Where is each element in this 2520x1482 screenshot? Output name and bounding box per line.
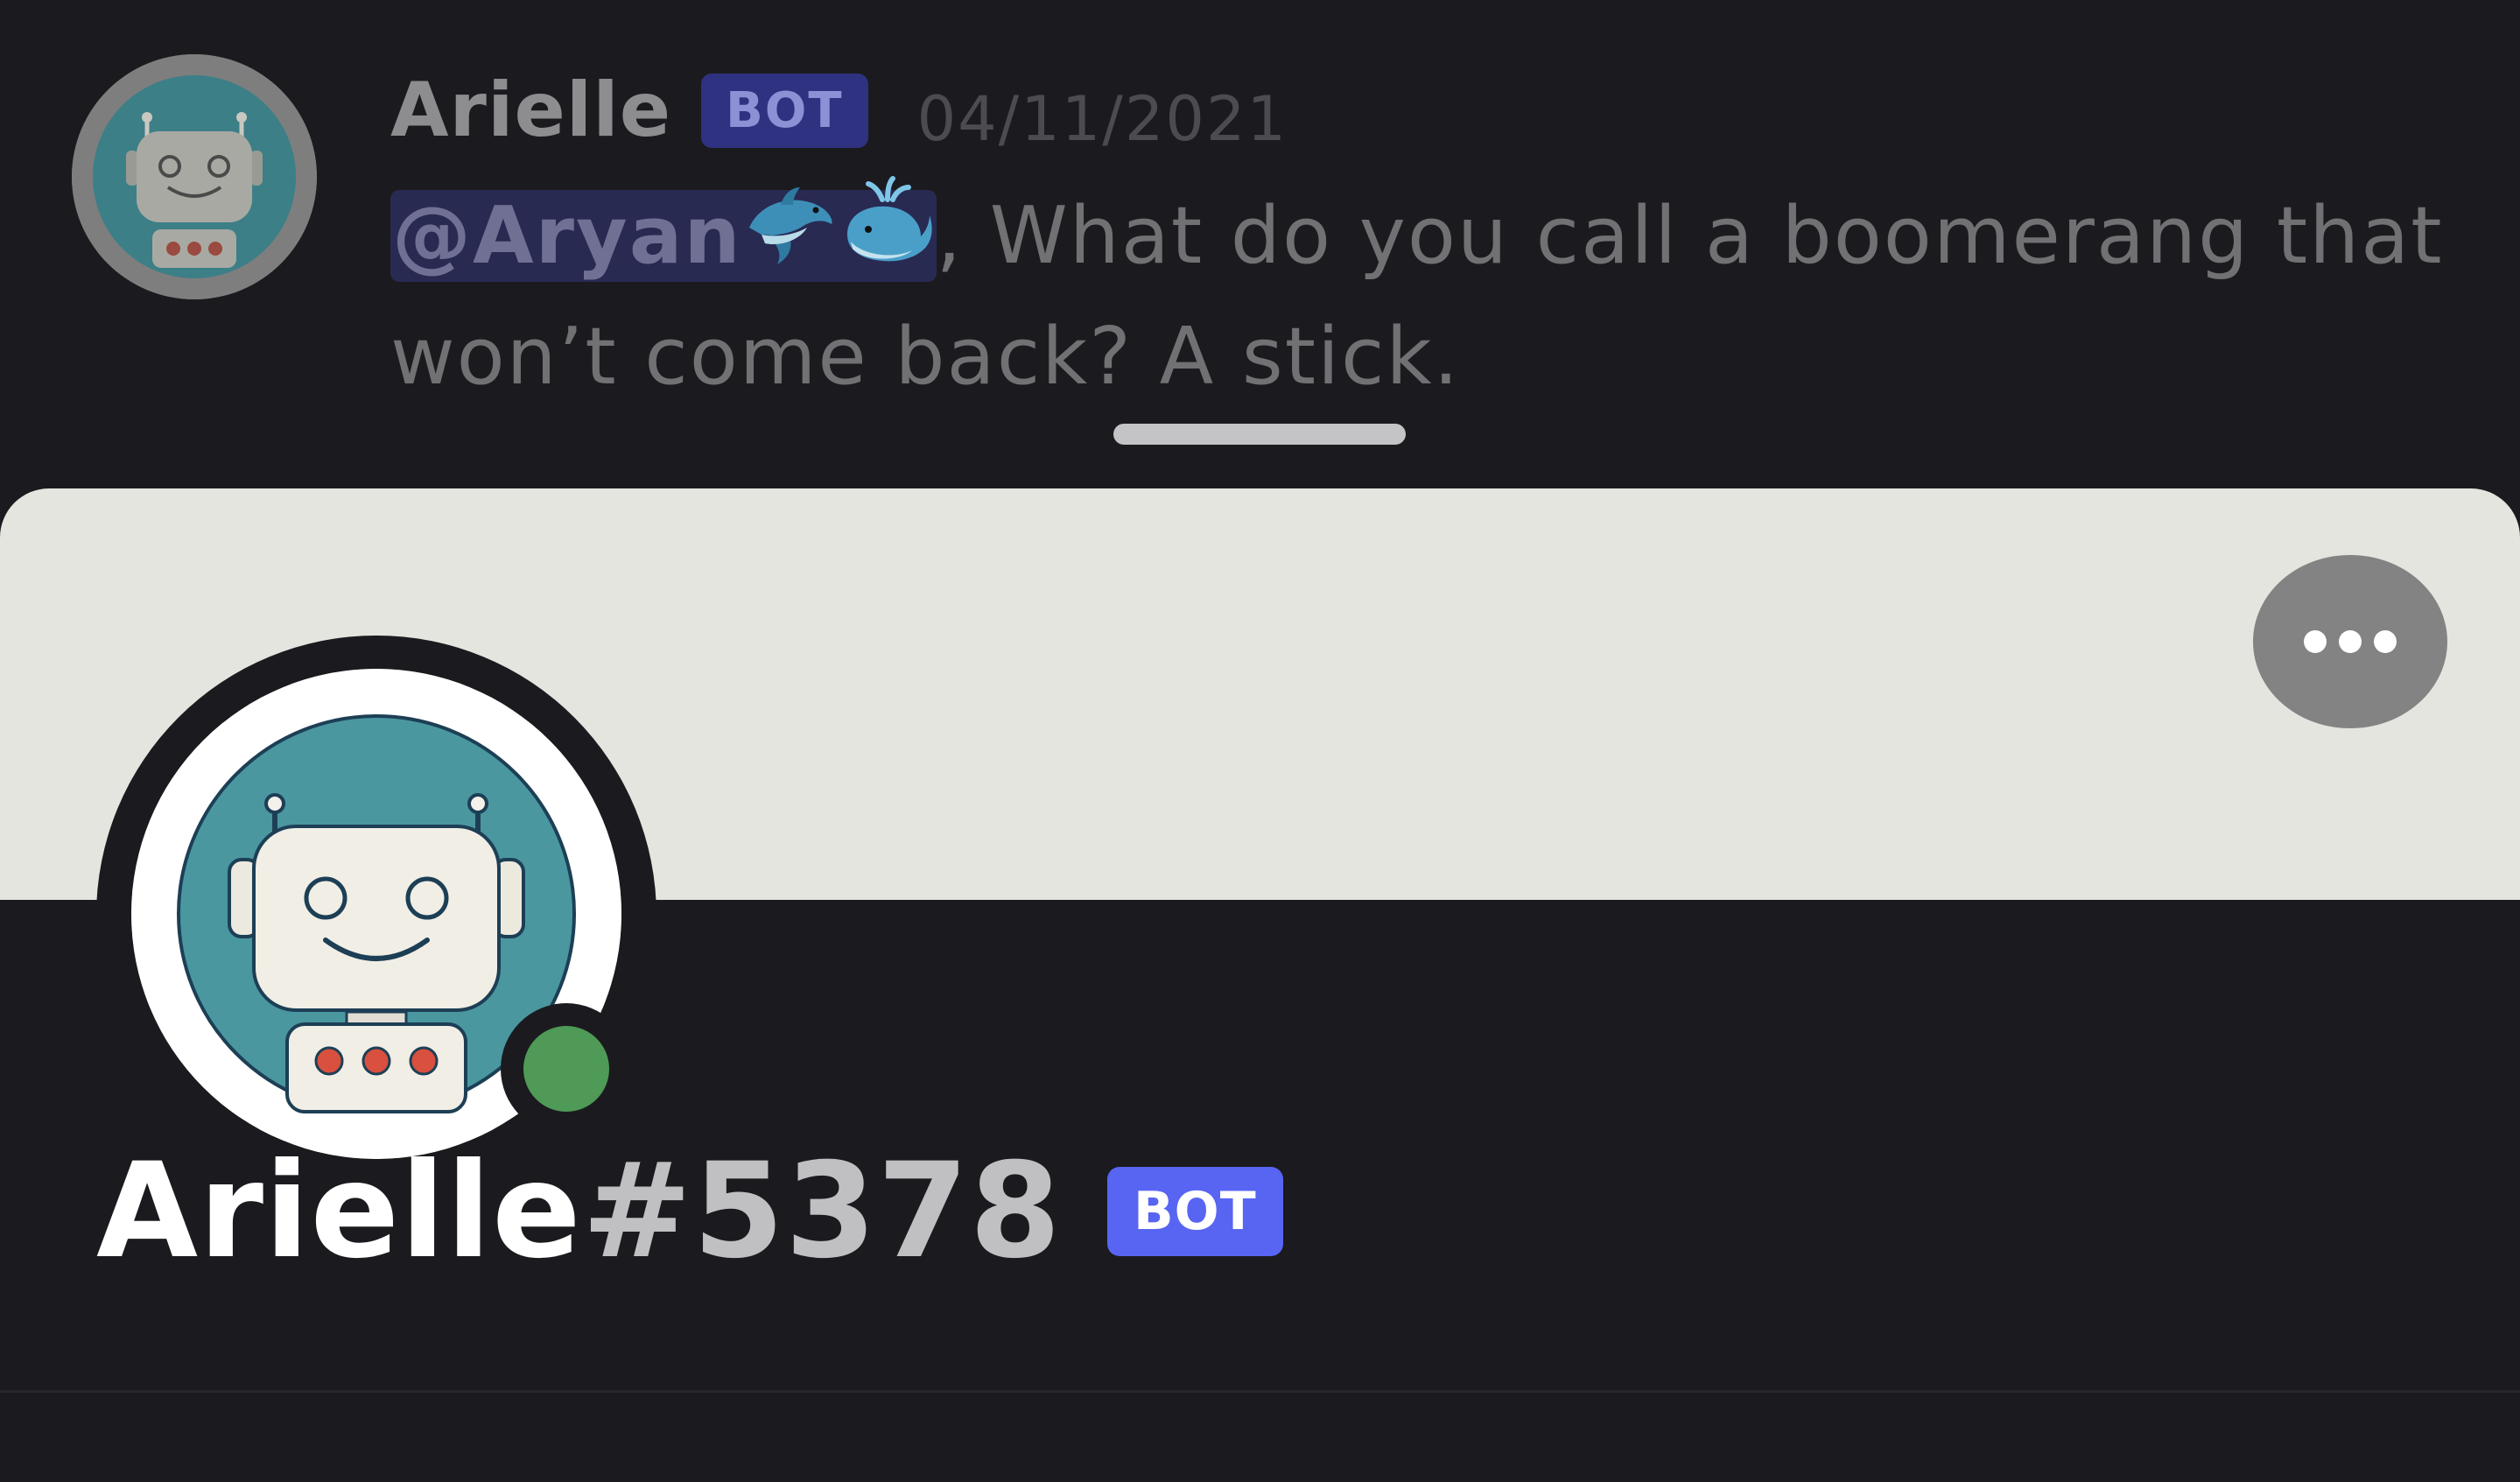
ellipsis-icon [2339,630,2362,653]
mention-label: @Aryan [392,190,742,282]
sheet-drag-handle[interactable] [1113,424,1406,445]
message-author-name[interactable]: Arielle [390,67,671,154]
discord-mobile-screen: Arielle BOT 04/11/2021 @Aryan , What do … [0,0,2520,1482]
online-status-indicator [501,1003,632,1134]
user-mention[interactable]: @Aryan [390,176,937,282]
message-author-avatar[interactable] [72,54,317,299]
profile-name-row: Arielle #5378 BOT [96,1134,1283,1289]
message-header: Arielle BOT 04/11/2021 [390,58,1288,163]
profile-username[interactable]: Arielle [96,1135,582,1288]
online-status-dot [523,1026,609,1112]
dolphin-emoji-icon [742,173,839,270]
message-timestamp: 04/11/2021 [916,83,1288,155]
ellipsis-icon [2304,630,2327,653]
message-bot-tag: BOT [701,73,868,148]
profile-bot-tag: BOT [1106,1167,1283,1256]
ellipsis-icon [2374,630,2397,653]
profile-discriminator: #5378 [581,1135,1062,1288]
section-divider [0,1390,2520,1393]
user-profile-sheet [0,488,2520,1482]
message-content: @Aryan , What do you call a boomerang th… [390,173,2491,418]
more-options-button[interactable] [2253,555,2447,728]
spouting-whale-emoji-icon [839,173,935,270]
robot-avatar-icon [72,54,317,299]
